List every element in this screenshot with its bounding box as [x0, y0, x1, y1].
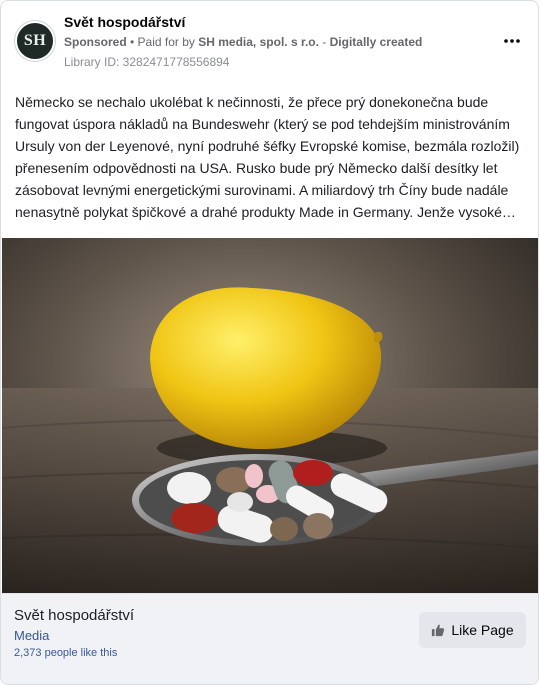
sponsored-label: Sponsored — [64, 35, 127, 49]
like-page-label: Like Page — [451, 622, 514, 638]
library-id: Library ID: 3282471778556894 — [64, 55, 230, 69]
ad-image[interactable] — [2, 238, 539, 593]
more-options-button[interactable] — [500, 29, 524, 53]
like-page-button[interactable]: Like Page — [419, 612, 526, 648]
thumbs-up-icon — [432, 624, 445, 637]
post-text: Německo se nechalo ukolébat k nečinnosti… — [15, 94, 520, 220]
advertiser-avatar[interactable]: SH — [15, 21, 55, 61]
meta-separator: • — [126, 35, 138, 49]
ad-footer: Svět hospodářství Media 2,373 people lik… — [1, 593, 538, 684]
avatar-initials: SH — [23, 32, 47, 49]
digitally-created-label: Digitally created — [329, 35, 423, 49]
sponsored-line: Sponsored • Paid for by SH media, spol. … — [64, 35, 422, 49]
page-category[interactable]: Media — [14, 628, 49, 643]
meta-dash: - — [318, 35, 330, 49]
ad-header: SH Svět hospodářství Sponsored • Paid fo… — [1, 1, 538, 81]
page-likes-count[interactable]: 2,373 people like this — [14, 647, 117, 659]
footer-page-name[interactable]: Svět hospodářství — [14, 607, 134, 624]
more-options-icon — [504, 39, 520, 43]
paid-for-label: Paid for by — [137, 35, 199, 49]
payer-name: SH media, spol. s r.o. — [198, 35, 319, 49]
ad-card: SH Svět hospodářství Sponsored • Paid fo… — [0, 0, 539, 685]
advertiser-name[interactable]: Svět hospodářství — [64, 14, 185, 30]
